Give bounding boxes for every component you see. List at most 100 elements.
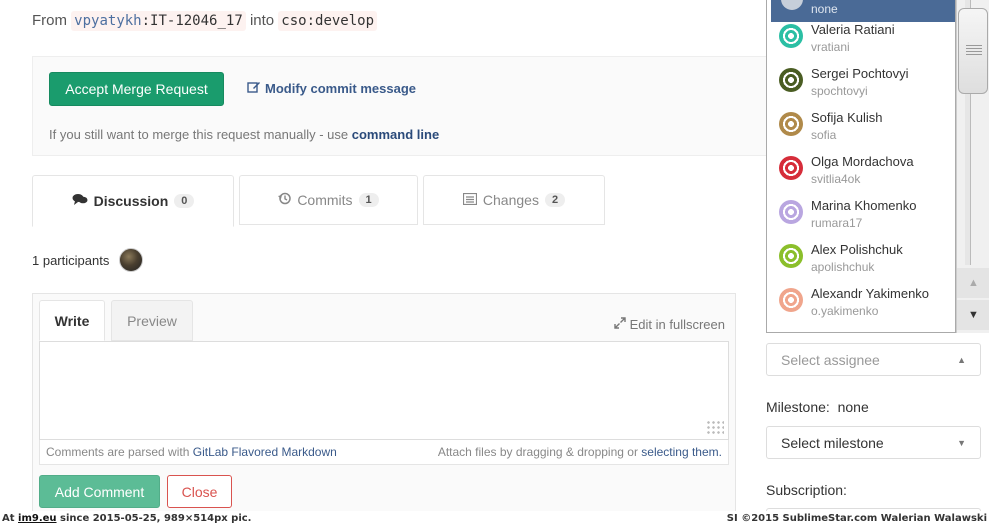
assignee-name: Sofija Kulish: [811, 110, 883, 125]
attach-hint: Attach files by dragging & dropping or s…: [438, 445, 722, 459]
count-badge: 2: [544, 193, 566, 207]
avatar: [779, 288, 803, 312]
assignee-username: none: [811, 2, 838, 16]
resize-handle-icon[interactable]: [706, 420, 724, 436]
assignee-name: Sergei Pochtovyi: [811, 66, 909, 81]
comment-hints-bar: Comments are parsed with GitLab Flavored…: [39, 440, 729, 465]
watermark-footer: At im9.eu since 2015-05-25, 989×514px pi…: [0, 511, 989, 526]
assignee-option[interactable]: Sergei Pochtovyi spochtovyi: [771, 60, 955, 104]
tab-preview[interactable]: Preview: [111, 300, 193, 341]
edit-icon: [247, 80, 261, 96]
target-branch: cso:develop: [278, 11, 378, 31]
source-branch: vpyatykh:IT-12046_17: [71, 11, 246, 31]
milestone-select-label: Select milestone: [781, 434, 884, 451]
merge-branches-line: From vpyatykh:IT-12046_17 into cso:devel…: [32, 11, 378, 31]
avatar: [781, 0, 803, 10]
milestone-info: Milestone: none: [766, 399, 869, 415]
markdown-hint: Comments are parsed with GitLab Flavored…: [46, 445, 337, 459]
source-user: vpyatykh: [74, 13, 142, 29]
comment-textarea[interactable]: [39, 341, 729, 440]
edit-in-fullscreen-link[interactable]: Edit in fullscreen: [613, 317, 725, 332]
tab-write[interactable]: Write: [39, 300, 105, 341]
tab-changes[interactable]: Changes 2: [423, 175, 605, 225]
expand-icon: [613, 317, 626, 332]
scroll-up-icon[interactable]: ▲: [957, 268, 989, 298]
assignee-option[interactable]: Alexandr Yakimenko o.yakimenko: [771, 280, 955, 324]
markdown-prefix: Comments are parsed with: [46, 445, 190, 459]
tab-commits[interactable]: Commits 1: [239, 175, 418, 225]
scrollbar-thumb[interactable]: [958, 8, 988, 94]
assignee-option[interactable]: Valeria Ratiani vratiani: [771, 16, 955, 60]
dropdown-scrollbar[interactable]: ▲ ▼: [956, 0, 989, 333]
watermark-prefix: At: [2, 513, 15, 524]
avatar: [779, 156, 803, 180]
avatar: [779, 244, 803, 268]
assignee-username: vratiani: [811, 40, 850, 54]
attach-prefix: Attach files by dragging & dropping or: [437, 445, 638, 459]
target-branch-name: cso:develop: [281, 13, 375, 29]
milestone-value: none: [837, 399, 869, 415]
command-line-link[interactable]: command line: [352, 127, 439, 142]
count-badge: 1: [358, 193, 379, 207]
assignee-username: sofia: [811, 128, 837, 142]
scroll-down-icon[interactable]: ▼: [957, 300, 989, 330]
caret-up-icon: ▲: [957, 354, 966, 365]
manual-merge-hint: If you still want to merge this request …: [49, 127, 439, 142]
tab-discussion[interactable]: Discussion 0: [32, 175, 234, 227]
avatar[interactable]: [119, 248, 144, 272]
accept-merge-request-button[interactable]: Accept Merge Request: [49, 72, 224, 106]
list-alt-icon: [462, 192, 478, 208]
watermark-left: At im9.eu since 2015-05-25, 989×514px pi…: [2, 513, 251, 524]
assignee-name: Marina Khomenko: [811, 198, 917, 213]
comment-form: Write Preview Edit in fullscreen Comment…: [32, 293, 736, 526]
avatar: [779, 24, 803, 48]
from-label: From: [32, 12, 67, 29]
tab-label: Discussion: [93, 193, 169, 209]
avatar: [779, 112, 803, 136]
grip-icon: [966, 45, 982, 57]
add-comment-button[interactable]: Add Comment: [39, 475, 160, 508]
comments-icon: [72, 193, 88, 209]
participants-count: 1 participants: [32, 252, 110, 268]
history-icon: [278, 192, 292, 208]
assignee-name: Olga Mordachova: [811, 154, 914, 169]
milestone-select[interactable]: Select milestone ▼: [766, 426, 981, 459]
watermark-suffix: since 2015-05-25, 989×514px pic.: [60, 513, 252, 524]
caret-down-icon: ▼: [957, 437, 966, 448]
assignee-name: Alexandr Yakimenko: [811, 286, 930, 301]
close-merge-request-button[interactable]: Close: [167, 475, 232, 508]
watermark-site-link[interactable]: im9.eu: [18, 513, 57, 524]
tab-label: Changes: [482, 192, 539, 208]
assignee-dropdown: none Valeria Ratiani vratiani Sergei Pocht…: [766, 0, 956, 333]
watermark-right: SI ©2015 SublimeStar.com Walerian Walaws…: [726, 513, 987, 524]
modify-commit-message-link[interactable]: Modify commit message: [247, 80, 416, 96]
select-files-link[interactable]: selecting them.: [641, 445, 722, 459]
manual-merge-text: If you still want to merge this request …: [49, 127, 349, 142]
fullscreen-label: Edit in fullscreen: [629, 317, 725, 332]
avatar: [779, 68, 803, 92]
assignee-option[interactable]: Olga Mordachova svitlia4ok: [771, 148, 955, 192]
assignee-option[interactable]: Marina Khomenko rumara17: [771, 192, 955, 236]
modify-commit-message-label: Modify commit message: [265, 80, 416, 96]
avatar: [779, 200, 803, 224]
markdown-link[interactable]: GitLab Flavored Markdown: [193, 445, 337, 459]
assignee-option[interactable]: Alex Polishchuk apolishchuk: [771, 236, 955, 280]
assignee-select[interactable]: Select assignee ▲: [766, 343, 981, 376]
assignee-name: Alex Polishchuk: [811, 242, 903, 257]
assignee-name: Valeria Ratiani: [811, 22, 895, 37]
into-label: into: [249, 12, 275, 29]
assignee-username: svitlia4ok: [811, 172, 861, 186]
tab-label: Commits: [297, 192, 353, 208]
participants: 1 participants: [32, 248, 144, 272]
assignee-username: o.yakimenko: [811, 304, 879, 318]
subscription-label: Subscription:: [766, 482, 847, 498]
assignee-username: spochtovyi: [811, 84, 868, 98]
assignee-placeholder: Select assignee: [781, 351, 880, 368]
merge-widget: Accept Merge Request Modify commit messa…: [32, 56, 772, 156]
assignee-username: rumara17: [811, 216, 863, 230]
count-badge: 0: [174, 194, 195, 208]
assignee-option[interactable]: Sofija Kulish sofia: [771, 104, 955, 148]
milestone-label: Milestone:: [766, 399, 830, 415]
assignee-username: apolishchuk: [811, 260, 875, 274]
source-branch-name: :IT-12046_17: [141, 13, 243, 29]
